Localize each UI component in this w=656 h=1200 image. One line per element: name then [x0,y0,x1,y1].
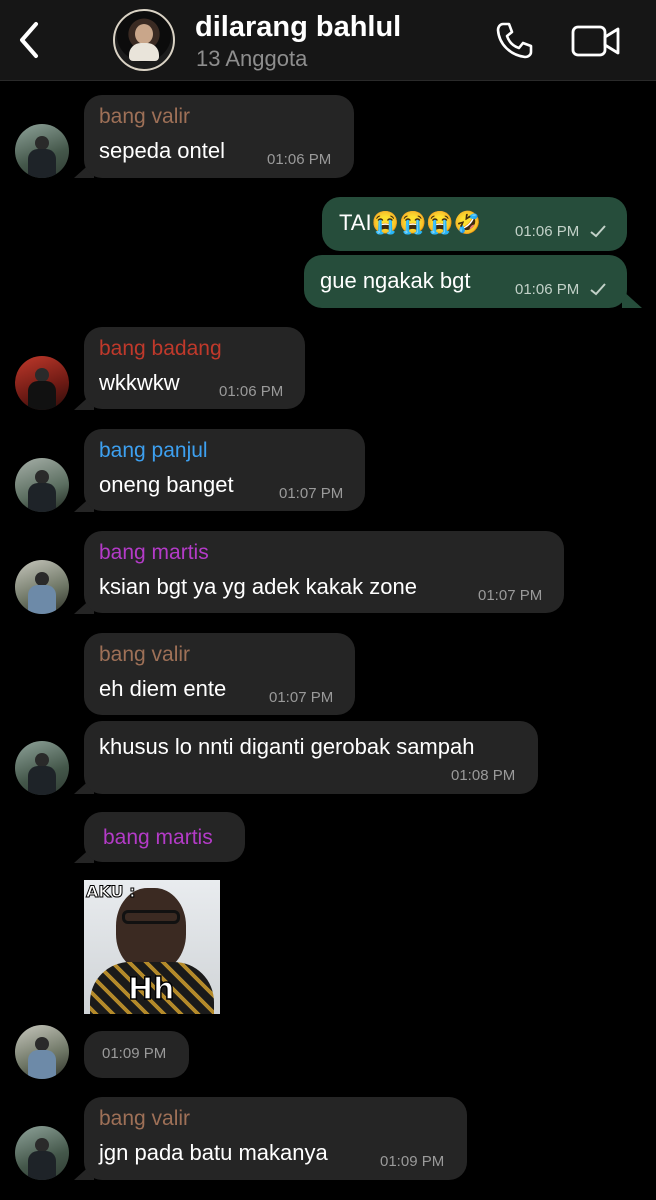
message-bubble[interactable]: khusus lo nnti diganti gerobak sampah 01… [84,721,538,794]
sender-avatar[interactable] [15,1025,69,1079]
sent-check-icon [590,283,606,296]
sender-avatar[interactable] [15,458,69,512]
message-time: 01:06 PM [515,223,580,240]
message-text: jgn pada batu makanya [99,1140,328,1165]
message-text: wkkwkw [99,370,180,395]
sender-avatar[interactable] [15,560,69,614]
sent-check-icon [590,225,606,238]
sender-avatar[interactable] [15,356,69,410]
message-time: 01:07 PM [269,689,334,706]
chat-header: dilarang bahlul 13 Anggota [0,0,656,81]
group-member-count[interactable]: 13 Anggota [196,46,307,72]
message-text: gue ngakak bgt [320,268,471,293]
message-bubble[interactable]: bang martis ksian bgt ya yg adek kakak z… [84,531,564,613]
message-text: ksian bgt ya yg adek kakak zone [99,574,417,599]
message-sender: bang panjul [99,439,208,462]
message-time: 01:09 PM [380,1153,445,1170]
message-time: 01:09 PM [102,1045,167,1062]
message-sender: bang martis [99,541,209,564]
message-bubble[interactable]: bang valir jgn pada batu makanya 01:09 P… [84,1097,467,1180]
sender-avatar[interactable] [15,1126,69,1180]
message-text: khusus lo nnti diganti gerobak sampah [99,734,475,759]
message-text: TAI😭😭😭🤣 [339,210,482,235]
message-bubble-outgoing[interactable]: gue ngakak bgt 01:06 PM [304,255,627,308]
message-text: sepeda ontel [99,138,225,163]
message-bubble[interactable]: 01:09 PM [84,1031,189,1078]
sticker-caption-bottom: Hh [127,971,175,1008]
message-sender: bang valir [99,1107,191,1130]
sender-avatar[interactable] [15,741,69,795]
message-bubble[interactable]: bang panjul oneng banget 01:07 PM [84,429,365,511]
group-avatar[interactable] [113,9,175,71]
sticker-image[interactable]: AKU : Hh [84,880,220,1014]
phone-icon[interactable] [494,20,534,60]
message-time: 01:07 PM [478,587,543,604]
chevron-left-icon[interactable] [14,20,46,60]
message-sender: bang badang [99,337,222,360]
message-time: 01:06 PM [267,151,332,168]
message-time: 01:06 PM [219,383,284,400]
message-bubble[interactable]: bang valir eh diem ente 01:07 PM [84,633,355,715]
message-text: eh diem ente [99,676,227,701]
message-bubble[interactable]: bang valir sepeda ontel 01:06 PM [84,95,354,178]
message-bubble-outgoing[interactable]: TAI😭😭😭🤣 01:06 PM [322,197,627,251]
group-title[interactable]: dilarang bahlul [195,11,401,44]
message-sender: bang valir [99,105,191,128]
message-sender: bang valir [99,643,191,666]
message-time: 01:07 PM [279,485,344,502]
message-bubble[interactable]: bang badang wkkwkw 01:06 PM [84,327,305,409]
message-text: oneng banget [99,472,234,497]
message-time: 01:08 PM [451,767,516,784]
message-sender: bang martis [103,826,213,849]
sender-avatar[interactable] [15,124,69,178]
sticker-caption-top: AKU : [85,882,136,902]
message-time: 01:06 PM [515,281,580,298]
video-camera-icon[interactable] [571,24,621,58]
message-bubble[interactable]: bang martis [84,812,245,862]
